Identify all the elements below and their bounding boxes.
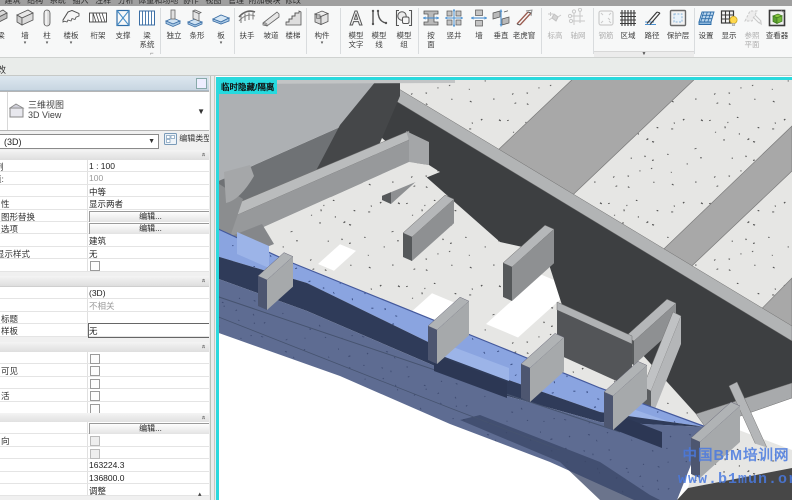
svg-text:www.b1mun.org: www.b1mun.org [678,471,792,488]
svg-text:中国BIM培训网: 中国BIM培训网 [682,446,789,464]
